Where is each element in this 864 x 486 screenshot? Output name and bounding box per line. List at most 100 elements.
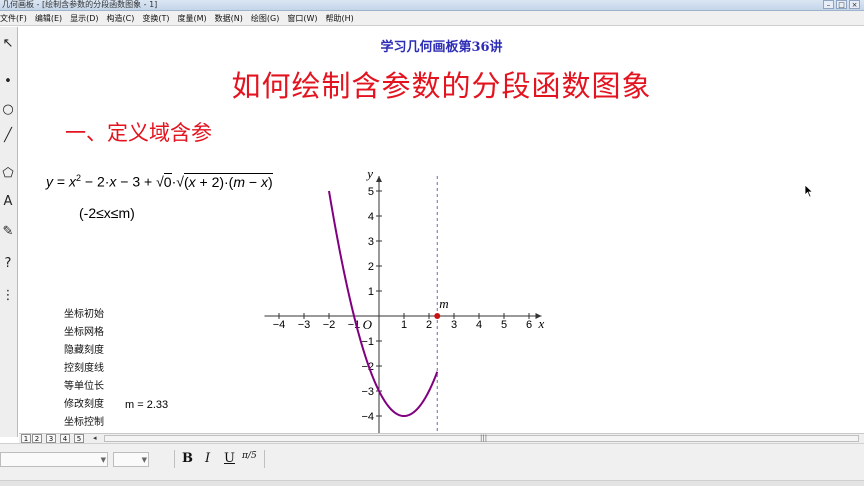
x-tick-label: 2 [426,319,432,331]
window-controls: – □ × [823,0,860,10]
formula-x4: x [260,173,268,190]
page-tab-2[interactable]: 2 [32,434,42,443]
tick-lines-button[interactable]: 控刻度线 [64,360,104,378]
y-axis-label: y [365,166,373,181]
main-title: 如何绘制含参数的分段函数图象 [231,69,652,103]
formula-x3: x [188,173,196,190]
page-tab-5[interactable]: 5 [74,434,84,443]
chevron-down-icon: ▼ [100,456,106,464]
function-curve [328,190,439,418]
coord-control-button[interactable]: 坐标控制 [64,414,104,432]
chevron-down-icon: ▼ [141,456,147,464]
font-family-select[interactable]: ▼ [0,452,108,467]
y-tick-label: 3 [368,236,374,248]
page-nav-left-icon[interactable]: ◂ [93,434,97,443]
menu-transform[interactable]: 变换(T) [138,11,173,26]
x-tick-label: 1 [401,319,407,331]
domain-text[interactable]: (-2≤x≤m) [79,205,135,221]
x-tick-label: 6 [526,319,532,331]
compass-tool-icon[interactable]: ○ [0,101,16,117]
geometer-sketchpad-window: 几何画板 - [绘制含参数的分段函数图象 - 1] – □ × 文件(F) 编辑… [0,0,864,486]
horizontal-scrollbar[interactable]: ||| [104,434,859,442]
page-bar: 1 2 3 4 5 ◂ ||| [19,433,864,443]
scroll-grip-icon[interactable]: ||| [480,434,487,442]
parameter-m-readout[interactable]: m = 2.33 [125,399,168,411]
close-button[interactable]: × [849,0,860,9]
y-tick-label: −1 [361,336,374,348]
x-axis-label: x [538,316,545,331]
menu-edit[interactable]: 编辑(E) [31,11,66,26]
minimize-button[interactable]: – [823,0,834,9]
x-tick-label: −4 [273,319,286,331]
status-strip [0,480,864,486]
y-tick-label: −3 [361,386,374,398]
y-tick-label: 1 [368,286,374,298]
italic-button[interactable]: I [205,451,210,467]
page-tab-4[interactable]: 4 [60,434,70,443]
custom-tool-icon[interactable]: ⋮ [0,287,16,303]
info-tool-icon[interactable]: ? [0,255,16,271]
polygon-tool-icon[interactable]: ⬠ [0,165,16,181]
action-button-list: 坐标初始 坐标网格 隐藏刻度 控刻度线 等单位长 修改刻度 坐标控制 [64,306,104,432]
formula-root2: √ [176,173,184,190]
underline-button[interactable]: U [224,451,235,467]
equal-unit-button[interactable]: 等单位长 [64,378,104,396]
maximize-button[interactable]: □ [836,0,847,9]
formula-rest2: − 3 + [116,173,157,190]
x-tick-label: 3 [451,319,457,331]
menu-number[interactable]: 数据(N) [211,11,247,26]
selection-arrow-icon[interactable]: ↖ [0,35,16,51]
coord-grid-button[interactable]: 坐标网格 [64,324,104,342]
bold-button[interactable]: B [182,451,193,467]
formula-x1: x [68,173,76,190]
x-tick-label: 5 [501,319,507,331]
formula-plus: + 2)·( [195,173,234,190]
y-tick-label: 4 [368,211,374,223]
section-title: 一、定义域含参 [65,121,212,145]
straightedge-tool-icon[interactable]: ╱ [0,127,16,143]
function-formula[interactable]: y = x2 − 2·x − 3 + √0·√(x + 2)·(m − x) [46,172,273,190]
formula-root1: √ [156,173,164,190]
menu-construct[interactable]: 构造(C) [103,11,139,26]
page-tab-3[interactable]: 3 [46,434,56,443]
x-tick-label: −3 [298,319,311,331]
formula-m: m [233,173,246,190]
math-format-button[interactable]: π/5 [242,452,257,468]
formula-close: ) [267,173,273,190]
formula-rest1: − 2· [80,173,110,190]
window-title: 几何画板 - [绘制含参数的分段函数图象 - 1] [2,0,158,9]
coord-reset-button[interactable]: 坐标初始 [64,306,104,324]
menu-help[interactable]: 帮助(H) [322,11,358,26]
hide-ticks-button[interactable]: 隐藏刻度 [64,342,104,360]
origin-label: O [363,317,373,332]
toolbar-separator [264,450,265,468]
menu-measure[interactable]: 度量(M) [174,11,211,26]
menu-display[interactable]: 显示(D) [66,11,102,26]
text-tool-icon[interactable]: A [0,193,16,209]
x-tick-label: −2 [323,319,336,331]
sketch-canvas[interactable]: −4 −3 −2 −1 1 2 3 4 5 6 −4 −3 −2 −1 1 2 3 4 5 Ox y m 学习几何画板第3… [19,27,864,433]
point-tool-icon[interactable]: • [0,73,16,89]
formula-y: y [46,173,53,190]
menu-graph[interactable]: 绘图(G) [247,11,283,26]
toolbox: ↖ • ○ ╱ ⬠ A ✎ ? ⋮ [0,27,18,437]
modify-ticks-button[interactable]: 修改刻度 [64,396,104,414]
y-tick-label: 2 [368,261,374,273]
parameter-point-m [434,313,441,319]
page-tab-1[interactable]: 1 [21,434,31,443]
font-size-select[interactable]: ▼ [113,452,149,467]
x-tick-label: 4 [476,319,482,331]
title-bar: 几何画板 - [绘制含参数的分段函数图象 - 1] – □ × [0,0,864,11]
mouse-cursor-icon [804,184,814,198]
y-axis-arrow-icon [376,176,382,182]
menu-window[interactable]: 窗口(W) [283,11,321,26]
formula-eq: = [53,173,69,190]
formula-minus: − [245,173,261,190]
menu-bar: 文件(F) 编辑(E) 显示(D) 构造(C) 变换(T) 度量(M) 数据(N… [0,11,864,26]
marker-tool-icon[interactable]: ✎ [0,223,16,239]
y-tick-label: 5 [368,186,374,198]
y-tick-label: −4 [361,411,374,423]
toolbar-separator [174,450,175,468]
menu-file[interactable]: 文件(F) [0,11,31,26]
formula-zero: 0 [163,172,172,190]
